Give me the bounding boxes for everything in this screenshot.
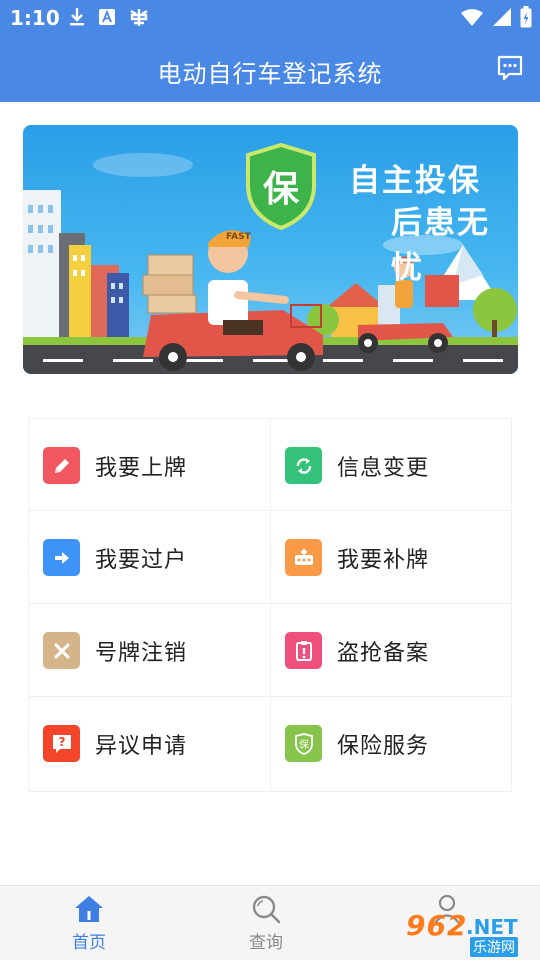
menu-label: 我要上牌 xyxy=(95,456,188,481)
menu-item-transfer[interactable]: 我要过户 xyxy=(29,511,271,604)
banner-line-2: 后患无忧 xyxy=(391,205,490,286)
menu-item-info-change[interactable]: 信息变更 xyxy=(271,419,512,511)
menu-label: 我要补牌 xyxy=(337,548,430,573)
search-icon xyxy=(252,895,281,924)
status-time: 1:10 xyxy=(10,6,60,30)
menu-label: 信息变更 xyxy=(337,456,430,481)
menu-item-theft-report[interactable]: 盗抢备案 xyxy=(271,604,512,697)
font-app-icon xyxy=(99,9,115,25)
battery-icon xyxy=(520,6,532,28)
menu-item-objection[interactable]: ? 异议申请 xyxy=(29,697,271,791)
wifi-icon xyxy=(461,9,483,26)
nav-item-query[interactable]: 查询 xyxy=(216,886,316,960)
arrow-right-icon xyxy=(43,539,80,576)
clipboard-alert-icon xyxy=(285,632,322,669)
refresh-icon xyxy=(285,447,322,484)
question-icon: ? xyxy=(43,725,80,762)
home-icon xyxy=(75,896,103,922)
notification-icons xyxy=(68,6,150,28)
watermark-site-name: 乐游网 xyxy=(470,937,518,957)
menu-item-cancel-plate[interactable]: 号牌注销 xyxy=(29,604,271,697)
signal-icon xyxy=(493,8,511,26)
banner-line-1: 自主投保 xyxy=(349,163,481,199)
insurance-icon-char: 保 xyxy=(299,738,309,751)
menu-item-insurance[interactable]: 保 保险服务 xyxy=(271,697,512,791)
service-menu: 我要上牌 信息变更 我要过户 我要补牌 号牌注销 盗抢备案 ? 异议申请 保 保… xyxy=(28,418,512,792)
app-bar: 电动自行车登记系统 xyxy=(0,36,540,102)
status-bar: 1:10 xyxy=(0,0,540,36)
menu-label: 我要过户 xyxy=(95,548,188,573)
menu-label: 盗抢备案 xyxy=(337,641,430,666)
menu-label: 异议申请 xyxy=(95,734,188,759)
watermark-domain: .NET xyxy=(466,915,518,939)
watermark-number: 962 xyxy=(406,909,468,942)
message-icon[interactable] xyxy=(496,54,524,82)
banner-helmet-text: FAST xyxy=(226,232,252,242)
promo-banner[interactable]: 保 FAST 自主投保 后患无忧 xyxy=(23,125,518,374)
system-icons xyxy=(460,6,532,28)
page-title: 电动自行车登记系统 xyxy=(157,60,383,88)
close-icon xyxy=(43,632,80,669)
bug-icon xyxy=(130,9,148,26)
menu-label: 保险服务 xyxy=(337,734,430,759)
nav-label: 查询 xyxy=(249,933,283,953)
menu-item-register-plate[interactable]: 我要上牌 xyxy=(29,419,271,511)
plate-icon xyxy=(285,539,322,576)
nav-label: 首页 xyxy=(72,933,106,953)
banner-shield-char: 保 xyxy=(263,169,300,210)
watermark-logo: 962 .NET 乐游网 xyxy=(398,905,536,957)
menu-item-replace-plate[interactable]: 我要补牌 xyxy=(271,511,512,604)
download-icon xyxy=(70,8,84,26)
menu-label: 号牌注销 xyxy=(95,641,188,666)
nav-item-home[interactable]: 首页 xyxy=(39,886,139,960)
pencil-icon xyxy=(43,447,80,484)
insurance-shield-icon: 保 xyxy=(285,725,322,762)
svg-text:?: ? xyxy=(58,735,65,749)
